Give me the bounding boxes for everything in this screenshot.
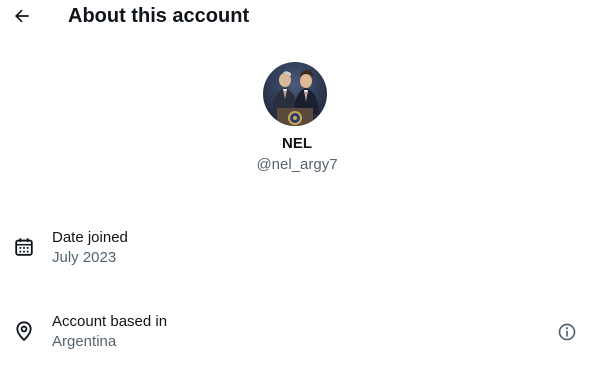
account-based-in-value: Argentina (52, 333, 117, 350)
date-joined-row: Date joined July 2023 (0, 228, 594, 272)
back-button[interactable] (8, 2, 36, 30)
arrow-left-icon (14, 9, 29, 23)
account-based-in-row: Account based in Argentina (0, 312, 594, 356)
avatar[interactable] (263, 62, 327, 126)
display-name: NEL (282, 135, 312, 152)
about-account-page: About this account NEL @nel_argy7 Date j… (0, 0, 594, 377)
page-title: About this account (68, 5, 250, 27)
info-icon[interactable] (557, 322, 577, 342)
header: About this account (0, 0, 594, 34)
account-handle: @nel_argy7 (256, 156, 338, 173)
date-joined-value: July 2023 (52, 249, 117, 266)
location-pin-icon (16, 321, 32, 342)
avatar-image (263, 62, 327, 126)
date-joined-label: Date joined (52, 229, 128, 246)
account-based-in-label: Account based in (52, 313, 168, 330)
calendar-icon (15, 238, 33, 256)
